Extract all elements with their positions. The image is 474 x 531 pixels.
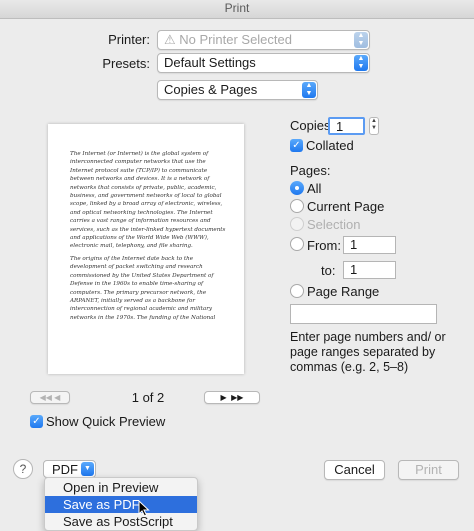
pdf-menu-button[interactable]: PDF ▼ xyxy=(43,460,96,478)
pdf-dropdown-menu: Open in Preview Save as PDF Save as Post… xyxy=(44,477,198,531)
preview-paragraph: The origins of the Internet date back to… xyxy=(70,255,216,321)
mouse-cursor-icon xyxy=(138,500,150,517)
pages-all-label: All xyxy=(307,181,322,196)
window-title-bar: Print xyxy=(0,0,474,19)
pages-current-page-radio[interactable] xyxy=(290,199,304,213)
page-preview: The Internet (or Internet) is the global… xyxy=(48,124,244,374)
popup-arrows-icon: ▲ ▼ xyxy=(354,32,368,48)
window-title: Print xyxy=(224,1,250,15)
presets-popup[interactable]: Default Settings ▲ ▼ xyxy=(157,53,370,73)
pages-current-page-label: Current Page xyxy=(307,199,385,214)
preview-paragraph: The Internet (or Internet) is the global… xyxy=(70,151,226,250)
pages-selection-radio[interactable] xyxy=(290,217,304,231)
stepper-arrows-icon: ▲ ▼ xyxy=(371,118,377,131)
pages-all-radio[interactable] xyxy=(290,181,304,195)
first-previous-page-button[interactable]: ◀◀ ◀ xyxy=(30,391,70,404)
section-value: Copies & Pages xyxy=(164,82,258,97)
show-quick-preview-checkbox[interactable]: ✓ xyxy=(30,415,43,428)
page-range-hint: Enter page numbers and/ or page ranges s… xyxy=(290,330,446,374)
pages-selection-label: Selection xyxy=(307,217,361,232)
popup-arrows-icon: ▲ ▼ xyxy=(302,82,316,98)
collated-checkbox[interactable]: ✓ xyxy=(290,139,303,152)
collated-label: Collated xyxy=(306,138,354,153)
pages-from-radio[interactable] xyxy=(290,237,304,251)
pages-range-radio[interactable] xyxy=(290,284,304,298)
page-indicator: 1 of 2 xyxy=(131,390,165,405)
presets-label: Presets: xyxy=(102,56,150,71)
preview-text: The Internet (or Internet) is the global… xyxy=(70,150,226,326)
pages-to-label: to: xyxy=(321,263,336,278)
pages-label: Pages: xyxy=(290,163,331,178)
pages-range-label: Page Range xyxy=(307,284,380,299)
next-last-page-button[interactable]: ▶ ▶▶ xyxy=(204,391,260,404)
presets-value: Default Settings xyxy=(164,55,256,70)
next-page-icon: ▶ ▶▶ xyxy=(220,393,244,402)
page-range-field[interactable] xyxy=(290,304,437,324)
cancel-button[interactable]: Cancel xyxy=(324,460,385,480)
help-icon: ? xyxy=(19,462,27,476)
chevron-down-icon: ▼ xyxy=(81,462,94,476)
copies-field[interactable]: 1 xyxy=(328,117,365,135)
pdf-label: PDF xyxy=(52,462,78,477)
popup-arrows-icon: ▲ ▼ xyxy=(354,55,368,71)
show-quick-preview-label: Show Quick Preview xyxy=(46,414,166,429)
help-button[interactable]: ? xyxy=(13,459,33,479)
from-page-field[interactable]: 1 xyxy=(343,236,396,254)
pages-from-label: From: xyxy=(307,238,341,253)
menu-item-save-as-postscript[interactable]: Save as PostScript xyxy=(45,513,197,530)
menu-item-open-in-preview[interactable]: Open in Preview xyxy=(45,479,197,496)
printer-label: Printer: xyxy=(108,32,150,47)
to-page-field[interactable]: 1 xyxy=(343,261,396,279)
printer-value: ⚠ No Printer Selected xyxy=(164,32,292,47)
menu-item-save-as-pdf[interactable]: Save as PDF xyxy=(45,496,197,513)
print-button[interactable]: Print xyxy=(398,460,459,480)
copies-stepper[interactable]: ▲ ▼ xyxy=(369,117,379,135)
previous-page-icon: ◀◀ ◀ xyxy=(39,393,61,402)
printer-popup[interactable]: ⚠ No Printer Selected ▲ ▼ xyxy=(157,30,370,50)
section-popup[interactable]: Copies & Pages ▲ ▼ xyxy=(157,80,318,100)
